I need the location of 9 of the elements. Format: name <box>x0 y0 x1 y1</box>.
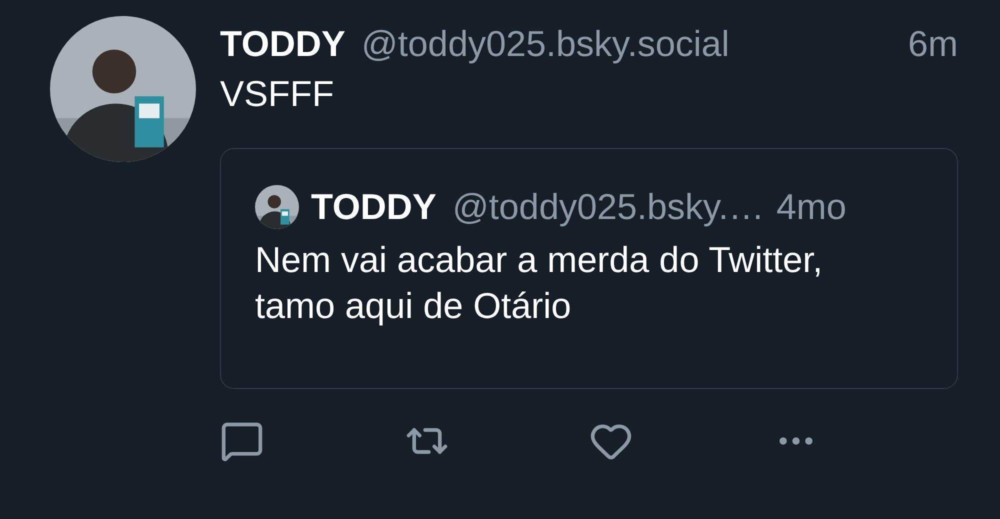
author-name[interactable]: TODDY <box>220 16 346 72</box>
quote-card[interactable]: TODDY @toddy025.bsky.… 4mo Nem vai acabar a merda do Twitter, tamo aqui de Otário <box>220 148 958 389</box>
post-time: 6m <box>908 22 958 66</box>
post-text: VSFFF <box>220 72 335 116</box>
quote-time: 4mo <box>776 185 846 229</box>
quote-text: Nem vai acabar a merda do Twitter, tamo aqui de Otário <box>255 238 824 328</box>
author-handle[interactable]: @toddy025.bsky.social <box>361 16 730 72</box>
quote-author-name: TODDY <box>311 185 436 229</box>
quote-author-handle: @toddy025.bsky.… <box>452 185 764 229</box>
